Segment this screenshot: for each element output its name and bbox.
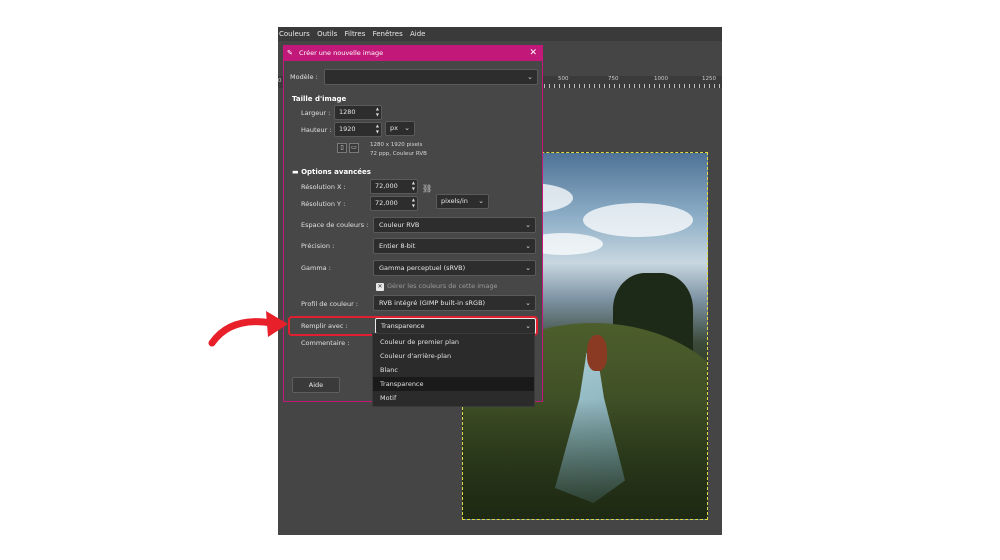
color-profile-select[interactable]: RVB intégré (GIMP built-in sRGB) ⌄	[373, 295, 536, 311]
template-select[interactable]: ⌄	[324, 69, 538, 85]
menu-fenetres[interactable]: Fenêtres	[373, 30, 403, 38]
menu-outils[interactable]: Outils	[317, 30, 337, 38]
ruler-label-1250: 1250	[702, 76, 716, 82]
x-resolution-value: 72,000	[375, 182, 398, 190]
chevron-down-icon: ⌄	[525, 264, 531, 272]
ruler-label-left: 0	[278, 78, 282, 84]
y-resolution-value: 72,000	[375, 199, 398, 207]
fill-option-foreground[interactable]: Couleur de premier plan	[373, 335, 534, 349]
menu-bar: Couleurs Outils Filtres Fenêtres Aide	[278, 27, 722, 41]
color-profile-label: Profil de couleur :	[301, 300, 358, 308]
menu-aide[interactable]: Aide	[410, 30, 425, 38]
resolution-unit-value: pixels/in	[441, 197, 468, 205]
menu-couleurs[interactable]: Couleurs	[279, 30, 310, 38]
manage-colors-checkbox[interactable]: ✕	[376, 283, 384, 291]
precision-value: Entier 8-bit	[379, 242, 416, 250]
color-space-select[interactable]: Couleur RVB ⌄	[373, 217, 536, 233]
fill-select[interactable]: Transparence ⌄	[375, 318, 536, 334]
dialog-title: Créer une nouvelle image	[299, 49, 384, 57]
fill-option-pattern[interactable]: Motif	[373, 391, 534, 405]
chevron-down-icon: ⌄	[525, 221, 531, 229]
unit-value: px	[390, 124, 398, 132]
chevron-down-icon: ⌄	[527, 73, 533, 81]
y-resolution-label: Résolution Y :	[301, 200, 346, 208]
gamma-select[interactable]: Gamma perceptuel (sRVB) ⌄	[373, 260, 536, 276]
advanced-section-header[interactable]: ▬ Options avancées	[292, 167, 371, 177]
ruler-label-500: 500	[558, 76, 569, 82]
chevron-down-icon: ⌄	[525, 242, 531, 250]
fill-value: Transparence	[381, 322, 425, 330]
gamma-label: Gamma :	[301, 264, 331, 272]
spin-arrows-icon[interactable]: ▲ ▼	[376, 123, 379, 135]
height-field[interactable]: 1920 ▲ ▼	[334, 122, 382, 137]
ruler-label-1000: 1000	[654, 76, 668, 82]
fill-option-background[interactable]: Couleur d'arrière-plan	[373, 349, 534, 363]
menu-filtres[interactable]: Filtres	[345, 30, 366, 38]
fill-dropdown-menu: Couleur de premier plan Couleur d'arrièr…	[372, 333, 535, 407]
cloud-shape	[583, 203, 693, 237]
y-resolution-field[interactable]: 72,000 ▲ ▼	[370, 196, 418, 211]
landscape-icon[interactable]: ▭	[349, 143, 359, 153]
gimp-logo-icon: ✎	[287, 49, 293, 57]
resolution-unit-select[interactable]: pixels/in ⌄	[436, 194, 489, 209]
width-field[interactable]: 1280 ▲ ▼	[334, 105, 382, 120]
color-space-label: Espace de couleurs :	[301, 221, 369, 229]
chain-link-icon[interactable]: ⛓	[422, 184, 432, 194]
gamma-value: Gamma perceptuel (sRVB)	[379, 264, 466, 272]
manage-colors-label: Gérer les couleurs de cette image	[387, 282, 498, 290]
grass-shape	[463, 399, 707, 519]
size-section-header: Taille d'image	[292, 95, 347, 103]
x-resolution-field[interactable]: 72,000 ▲ ▼	[370, 179, 418, 194]
chevron-down-icon: ⌄	[525, 322, 531, 330]
size-info-line2: 72 ppp, Couleur RVB	[370, 151, 427, 157]
comment-label: Commentaire :	[301, 339, 350, 347]
precision-label: Précision :	[301, 242, 335, 250]
height-value: 1920	[339, 125, 356, 133]
color-profile-value: RVB intégré (GIMP built-in sRGB)	[379, 299, 486, 307]
fill-option-white[interactable]: Blanc	[373, 363, 534, 377]
template-label: Modèle :	[290, 73, 318, 81]
advanced-section-label: Options avancées	[301, 168, 371, 176]
spin-arrows-icon[interactable]: ▲ ▼	[412, 180, 415, 192]
dialog-titlebar[interactable]: ✎ Créer une nouvelle image ✕	[284, 46, 542, 61]
fill-label: Remplir avec :	[301, 322, 348, 330]
spin-arrows-icon[interactable]: ▲ ▼	[412, 197, 415, 209]
chevron-down-icon: ⌄	[478, 197, 484, 205]
spin-arrows-icon[interactable]: ▲ ▼	[376, 106, 379, 118]
fill-option-transparency[interactable]: Transparence	[373, 377, 534, 391]
red-arrow-icon	[208, 311, 288, 347]
precision-select[interactable]: Entier 8-bit ⌄	[373, 238, 536, 254]
x-resolution-label: Résolution X :	[301, 183, 346, 191]
help-button[interactable]: Aide	[292, 377, 340, 393]
woman-hair-shape	[587, 335, 607, 371]
portrait-icon[interactable]: ▯	[337, 143, 347, 153]
ruler-label-750: 750	[608, 76, 619, 82]
width-value: 1280	[339, 108, 356, 116]
color-space-value: Couleur RVB	[379, 221, 420, 229]
ruler-ticks	[544, 84, 722, 88]
size-info-line1: 1280 x 1920 pixels	[370, 142, 423, 148]
collapse-icon: ▬	[292, 168, 299, 176]
chevron-down-icon: ⌄	[404, 124, 410, 132]
chevron-down-icon: ⌄	[525, 299, 531, 307]
width-label: Largeur :	[301, 109, 331, 117]
unit-select[interactable]: px ⌄	[385, 121, 415, 136]
height-label: Hauteur :	[301, 126, 332, 134]
close-icon[interactable]: ✕	[529, 46, 537, 61]
